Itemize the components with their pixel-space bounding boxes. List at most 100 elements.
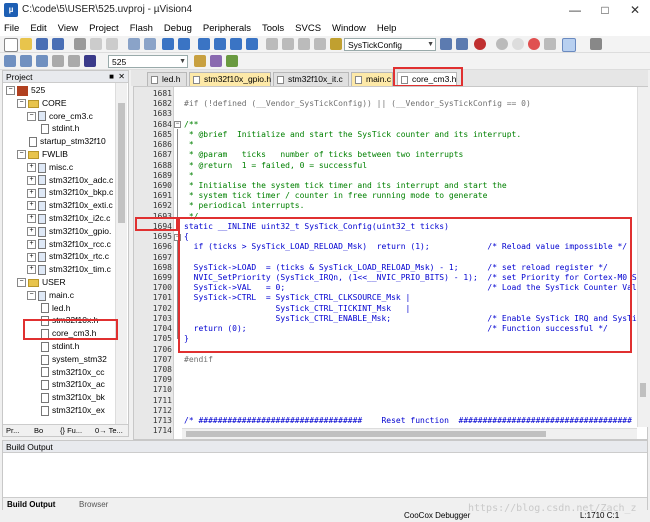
- tree-item[interactable]: + stm32f10x_exti.c: [27, 199, 113, 212]
- paste-icon[interactable]: [106, 38, 118, 50]
- tree-item[interactable]: stm32f10x_ex: [39, 404, 105, 417]
- code-line[interactable]: * periodical interrupts.: [184, 201, 305, 211]
- collapse-icon[interactable]: −: [27, 111, 36, 121]
- tab-functions[interactable]: {} Fu...: [60, 426, 82, 435]
- tree-item[interactable]: stdint.h: [39, 340, 79, 353]
- tree-item[interactable]: − USER: [17, 276, 66, 289]
- uncomment-icon[interactable]: [314, 38, 326, 50]
- maximize-icon[interactable]: □: [590, 0, 620, 20]
- menu-window[interactable]: Window: [332, 23, 366, 34]
- nav-back-icon[interactable]: [162, 38, 174, 50]
- tree-item[interactable]: + stm32f10x_tim.c: [27, 263, 111, 276]
- close-icon[interactable]: ✕: [620, 0, 650, 20]
- menu-file[interactable]: File: [4, 23, 19, 34]
- find-in-files-icon[interactable]: [440, 38, 452, 50]
- close-icon[interactable]: ✕: [118, 71, 125, 83]
- code-line[interactable]: * Initialise the system tick timer and i…: [184, 181, 507, 191]
- tab-stm32f10x-gpio-h[interactable]: stm32f10x_gpio.h: [189, 72, 271, 86]
- scroll-thumb[interactable]: [118, 103, 125, 223]
- pin-icon[interactable]: ■: [109, 71, 114, 83]
- tab-project[interactable]: Pr...: [6, 426, 19, 435]
- expand-icon[interactable]: +: [27, 214, 36, 224]
- tree-item[interactable]: led.h: [39, 302, 70, 315]
- clear-bookmarks-icon[interactable]: [246, 38, 258, 50]
- code-line[interactable]: /* ################################## Re…: [184, 416, 637, 426]
- tree-item[interactable]: − 525: [6, 84, 45, 97]
- tree-item[interactable]: + misc.c: [27, 161, 73, 174]
- tree-item[interactable]: stm32f10x_bk: [39, 391, 105, 404]
- function-combo[interactable]: SysTickConfig ▼: [344, 38, 436, 51]
- tab-browser[interactable]: Browser: [79, 500, 108, 509]
- unindent-icon[interactable]: [282, 38, 294, 50]
- disable-breakpoint-icon[interactable]: [512, 38, 524, 50]
- tree-item[interactable]: + stm32f10x_i2c.c: [27, 212, 110, 225]
- download-icon[interactable]: [84, 55, 96, 67]
- code-line[interactable]: *: [184, 171, 194, 181]
- code-line[interactable]: * system tick timer / counter in free ru…: [184, 191, 488, 201]
- redo-icon[interactable]: [144, 38, 156, 50]
- tree-item[interactable]: stdint.h: [39, 122, 79, 135]
- kill-breakpoints-icon[interactable]: [528, 38, 540, 50]
- menu-help[interactable]: Help: [377, 23, 397, 34]
- tree-item[interactable]: − core_cm3.c: [27, 110, 93, 123]
- select-packs-icon[interactable]: [226, 55, 238, 67]
- manage-components-icon[interactable]: [210, 55, 222, 67]
- menu-svcs[interactable]: SVCS: [295, 23, 321, 34]
- code-line[interactable]: * @return 1 = failed, 0 = successful: [184, 161, 367, 171]
- expand-icon[interactable]: +: [27, 175, 36, 185]
- build-icon[interactable]: [20, 55, 32, 67]
- expand-icon[interactable]: +: [27, 252, 36, 262]
- target-combo[interactable]: 525 ▼: [108, 55, 188, 68]
- code-line[interactable]: * @brief Initialize and start the SysTic…: [184, 130, 521, 140]
- tree-item[interactable]: + stm32f10x_rcc.c: [27, 238, 111, 251]
- tab-led-h[interactable]: led.h: [147, 72, 187, 86]
- menu-tools[interactable]: Tools: [262, 23, 284, 34]
- undo-icon[interactable]: [128, 38, 140, 50]
- project-scrollbar[interactable]: [115, 83, 127, 425]
- tab-stm32f10x-it-c[interactable]: stm32f10x_it.c: [273, 72, 349, 86]
- tree-item[interactable]: stm32f10x_cc: [39, 366, 104, 379]
- find-icon[interactable]: [330, 38, 342, 50]
- breakpoint-icon[interactable]: [496, 38, 508, 50]
- indent-icon[interactable]: [266, 38, 278, 50]
- comment-icon[interactable]: [298, 38, 310, 50]
- tree-item[interactable]: + stm32f10x_bkp.c: [27, 186, 113, 199]
- scroll-thumb[interactable]: [186, 431, 546, 437]
- tab-build-output[interactable]: Build Output: [7, 500, 55, 509]
- batch-build-icon[interactable]: [52, 55, 64, 67]
- target-options-icon[interactable]: [194, 55, 206, 67]
- breakpoint-window-icon[interactable]: [544, 38, 556, 50]
- expand-icon[interactable]: +: [27, 163, 36, 173]
- editor-vertical-scrollbar[interactable]: [637, 87, 648, 427]
- bookmark-icon[interactable]: [198, 38, 210, 50]
- minimize-icon[interactable]: —: [560, 0, 590, 20]
- menu-debug[interactable]: Debug: [164, 23, 192, 34]
- code-line[interactable]: #if (!defined (__Vendor_SysTickConfig)) …: [184, 99, 531, 109]
- prev-bookmark-icon[interactable]: [214, 38, 226, 50]
- expand-icon[interactable]: +: [27, 201, 36, 211]
- expand-icon[interactable]: +: [27, 239, 36, 249]
- collapse-icon[interactable]: −: [17, 150, 26, 160]
- copy-icon[interactable]: [90, 38, 102, 50]
- next-bookmark-icon[interactable]: [230, 38, 242, 50]
- save-icon[interactable]: [36, 38, 48, 50]
- collapse-icon[interactable]: −: [6, 86, 15, 96]
- configure-icon[interactable]: [590, 38, 602, 50]
- tree-item[interactable]: + stm32f10x_adc.c: [27, 174, 113, 187]
- tree-item[interactable]: − CORE: [17, 97, 67, 110]
- code-line[interactable]: #endif: [184, 355, 213, 365]
- tree-item[interactable]: + stm32f10x_gpio.: [27, 225, 111, 238]
- open-folder-icon[interactable]: [20, 38, 32, 50]
- tab-books[interactable]: Bo: [34, 426, 43, 435]
- collapse-icon[interactable]: −: [27, 291, 36, 301]
- collapse-icon[interactable]: −: [17, 278, 26, 288]
- menu-peripherals[interactable]: Peripherals: [203, 23, 251, 34]
- tree-item[interactable]: + stm32f10x_rtc.c: [27, 250, 109, 263]
- tree-item[interactable]: − main.c: [27, 289, 74, 302]
- menu-edit[interactable]: Edit: [30, 23, 46, 34]
- debug-icon[interactable]: [474, 38, 486, 50]
- window-layout-icon[interactable]: [562, 38, 576, 52]
- expand-icon[interactable]: +: [27, 227, 36, 237]
- code-line[interactable]: *: [184, 140, 194, 150]
- stop-build-icon[interactable]: [68, 55, 80, 67]
